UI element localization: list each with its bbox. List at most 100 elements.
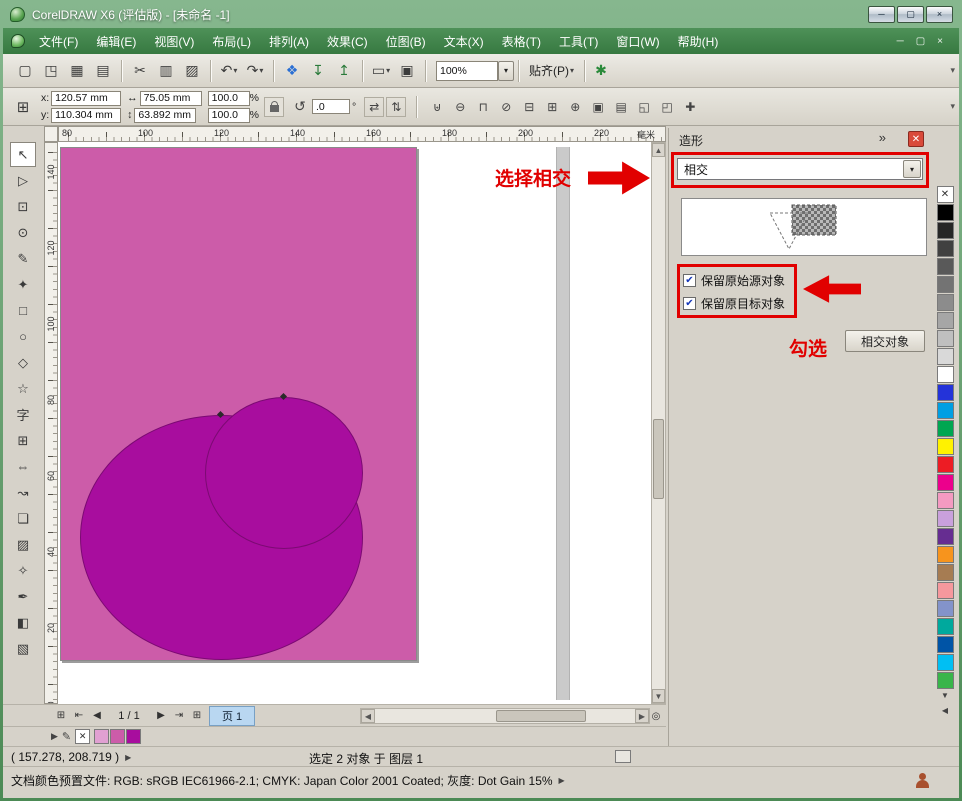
eyedropper-tool[interactable]: ✧ xyxy=(10,558,36,583)
color-swatch[interactable] xyxy=(937,366,954,383)
copy-icon[interactable]: ▥ xyxy=(154,59,178,83)
search-content-icon[interactable]: ❖ xyxy=(280,59,304,83)
simplify-icon[interactable]: ⊘ xyxy=(496,97,516,117)
keep-source-row[interactable]: ✔ 保留原始源对象 xyxy=(683,272,785,289)
crop-tool[interactable]: ⊡ xyxy=(10,194,36,219)
menu-item[interactable]: 文本(X) xyxy=(435,28,493,55)
lock-ratio-icon[interactable] xyxy=(264,97,284,117)
maximize-button[interactable]: ▢ xyxy=(897,6,924,23)
ungroup-icon[interactable]: ▤ xyxy=(611,97,631,117)
blend-tool[interactable]: ❏ xyxy=(10,506,36,531)
snap-to-button[interactable]: 贴齐(P) ▾ xyxy=(523,59,580,82)
paste-icon[interactable]: ▨ xyxy=(180,59,204,83)
scroll-left-icon[interactable]: ◀ xyxy=(361,709,375,723)
mdi-minimize-button[interactable]: ─ xyxy=(891,34,910,49)
save-icon[interactable]: ▦ xyxy=(65,59,89,83)
coords-flyout-icon[interactable]: ▶ xyxy=(125,753,131,762)
options-icon[interactable]: ✱ xyxy=(589,59,613,83)
color-swatch[interactable] xyxy=(937,546,954,563)
interactive-fill-tool[interactable]: ▧ xyxy=(10,636,36,661)
table-tool[interactable]: ⊞ xyxy=(10,428,36,453)
document-color-swatch[interactable] xyxy=(94,729,109,744)
color-swatch[interactable] xyxy=(937,294,954,311)
property-bar-overflow-icon[interactable]: ▾ xyxy=(950,101,955,112)
shaping-mode-dropdown-icon[interactable]: ▾ xyxy=(903,160,921,178)
mdi-restore-button[interactable]: ▢ xyxy=(910,34,931,49)
outline-pen-tool[interactable]: ✒ xyxy=(10,584,36,609)
basic-shapes-tool[interactable]: ☆ xyxy=(10,376,36,401)
fill-tool[interactable]: ◧ xyxy=(10,610,36,635)
snap-grid-icon[interactable]: ⊞ xyxy=(11,95,35,119)
undo-icon[interactable]: ↶▾ xyxy=(217,59,241,83)
menu-item[interactable]: 布局(L) xyxy=(203,28,260,55)
color-swatch[interactable] xyxy=(937,438,954,455)
vertical-scroll-thumb[interactable] xyxy=(653,419,664,499)
pick-tool[interactable]: ↖ xyxy=(10,142,36,167)
rectangle-tool[interactable]: □ xyxy=(10,298,36,323)
rotation-field[interactable]: .0 xyxy=(312,99,350,114)
shaping-mode-select[interactable]: 相交 ▾ xyxy=(677,158,923,180)
to-back-icon[interactable]: ◰ xyxy=(657,97,677,117)
color-swatch[interactable] xyxy=(937,312,954,329)
next-page-icon[interactable]: ▶ xyxy=(153,708,169,724)
color-swatch[interactable] xyxy=(937,276,954,293)
user-account-icon[interactable] xyxy=(915,773,931,788)
keep-target-row[interactable]: ✔ 保留原目标对象 xyxy=(683,295,785,312)
color-swatch[interactable] xyxy=(937,510,954,527)
horizontal-ruler[interactable]: 80100120140160180200220毫米 xyxy=(58,126,666,142)
menu-item[interactable]: 窗口(W) xyxy=(607,28,668,55)
back-minus-front-icon[interactable]: ⊞ xyxy=(542,97,562,117)
color-swatch[interactable] xyxy=(937,456,954,473)
import-icon[interactable]: ↧ xyxy=(306,59,330,83)
palette-scroll-down-icon[interactable]: ▼ xyxy=(937,691,954,700)
page-tab[interactable]: 页 1 xyxy=(209,706,255,726)
scale-x-field[interactable]: 100.0 xyxy=(208,91,250,106)
vertical-ruler[interactable]: 140120100806040200 xyxy=(44,142,58,704)
y-position-field[interactable]: 110.304 mm xyxy=(51,108,121,123)
shape-tool[interactable]: ▷ xyxy=(10,168,36,193)
color-swatch[interactable] xyxy=(937,420,954,437)
redo-icon[interactable]: ↷▾ xyxy=(243,59,267,83)
scale-y-field[interactable]: 100.0 xyxy=(208,108,250,123)
intersect-with-button[interactable]: 相交对象 xyxy=(845,330,925,352)
scroll-up-icon[interactable]: ▲ xyxy=(652,143,665,157)
new-document-icon[interactable]: ▢ xyxy=(13,59,37,83)
connector-tool[interactable]: ↝ xyxy=(10,480,36,505)
open-icon[interactable]: ◳ xyxy=(39,59,63,83)
color-swatch[interactable] xyxy=(937,618,954,635)
status-monitor-icon[interactable] xyxy=(615,750,631,763)
color-swatch[interactable] xyxy=(937,672,954,689)
keep-target-checkbox[interactable]: ✔ xyxy=(683,297,696,310)
front-minus-back-icon[interactable]: ⊟ xyxy=(519,97,539,117)
menu-item[interactable]: 工具(T) xyxy=(550,28,607,55)
zoom-icon[interactable]: ◎ xyxy=(648,708,664,724)
ellipse-shape-small[interactable] xyxy=(205,397,363,549)
print-icon[interactable]: ▤ xyxy=(91,59,115,83)
freehand-tool[interactable]: ✎ xyxy=(10,246,36,271)
height-field[interactable]: 63.892 mm xyxy=(134,108,196,123)
zoom-dropdown-icon[interactable]: ▾ xyxy=(498,61,514,81)
color-swatch[interactable] xyxy=(937,582,954,599)
color-swatch[interactable] xyxy=(937,258,954,275)
color-swatch[interactable] xyxy=(937,654,954,671)
ellipse-tool[interactable]: ○ xyxy=(10,324,36,349)
color-swatch[interactable] xyxy=(937,222,954,239)
text-tool[interactable]: 字 xyxy=(10,402,36,427)
x-position-field[interactable]: 120.57 mm xyxy=(51,91,121,106)
zoom-level-select[interactable]: 100% ▾ xyxy=(436,61,514,81)
zoom-tool[interactable]: ⊙ xyxy=(10,220,36,245)
document-color-swatch[interactable] xyxy=(110,729,125,744)
document-palette-flyout-icon[interactable]: ▶ xyxy=(51,731,58,742)
mdi-close-button[interactable]: × xyxy=(931,34,949,49)
export-icon[interactable]: ↥ xyxy=(332,59,356,83)
menu-item[interactable]: 视图(V) xyxy=(145,28,203,55)
keep-source-checkbox[interactable]: ✔ xyxy=(683,274,696,287)
docker-close-icon[interactable]: ✕ xyxy=(908,131,924,147)
color-swatch[interactable] xyxy=(937,600,954,617)
menu-item[interactable]: 表格(T) xyxy=(493,28,550,55)
mirror-horizontal-icon[interactable]: ⇄ xyxy=(364,97,384,117)
close-button[interactable]: × xyxy=(926,6,953,23)
docker-collapse-icon[interactable]: » xyxy=(879,130,886,145)
welcome-screen-icon[interactable]: ▣ xyxy=(395,59,419,83)
color-swatch[interactable] xyxy=(937,402,954,419)
